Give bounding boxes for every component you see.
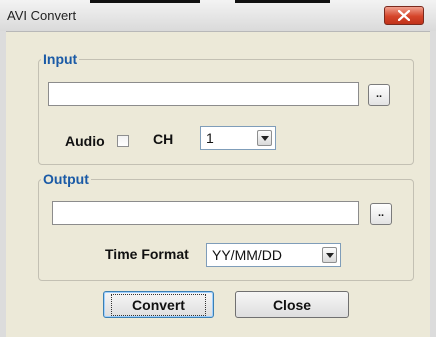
triangle-down-icon [325, 252, 334, 258]
time-format-dropdown-arrow[interactable] [322, 247, 337, 263]
time-format-select-value: YY/MM/DD [212, 247, 282, 263]
ch-select[interactable]: 1 [200, 126, 276, 150]
input-group-legend: Input [43, 51, 78, 67]
input-browse-button[interactable]: .. [368, 84, 390, 106]
title-bar-edge [235, 0, 330, 3]
title-bar-edge [90, 0, 200, 3]
window-title: AVI Convert [7, 8, 77, 23]
dialog-client-area: Input .. Audio CH 1 Output .. Time Forma… [6, 32, 430, 337]
output-browse-button[interactable]: .. [370, 203, 392, 225]
ch-label: CH [153, 131, 174, 147]
convert-button-label: Convert [111, 293, 206, 316]
window-frame-right [430, 31, 436, 337]
time-format-label: Time Format [105, 246, 189, 262]
output-group-legend: Output [43, 171, 89, 187]
input-path-field[interactable] [48, 82, 359, 106]
convert-button[interactable]: Convert [103, 291, 214, 318]
triangle-down-icon [260, 135, 269, 141]
audio-label: Audio [65, 133, 105, 149]
close-button[interactable]: Close [235, 291, 349, 318]
time-format-select[interactable]: YY/MM/DD [206, 243, 341, 267]
output-path-field[interactable] [52, 201, 359, 225]
title-bar[interactable]: AVI Convert [0, 0, 436, 32]
close-x-icon [398, 10, 410, 21]
close-button-label: Close [272, 296, 312, 313]
audio-checkbox[interactable] [117, 135, 129, 147]
window-close-button[interactable] [384, 6, 424, 25]
avi-convert-window: AVI Convert Input .. Audio CH 1 Output .… [0, 0, 436, 337]
ch-dropdown-arrow[interactable] [257, 130, 272, 146]
ch-select-value: 1 [206, 130, 214, 146]
